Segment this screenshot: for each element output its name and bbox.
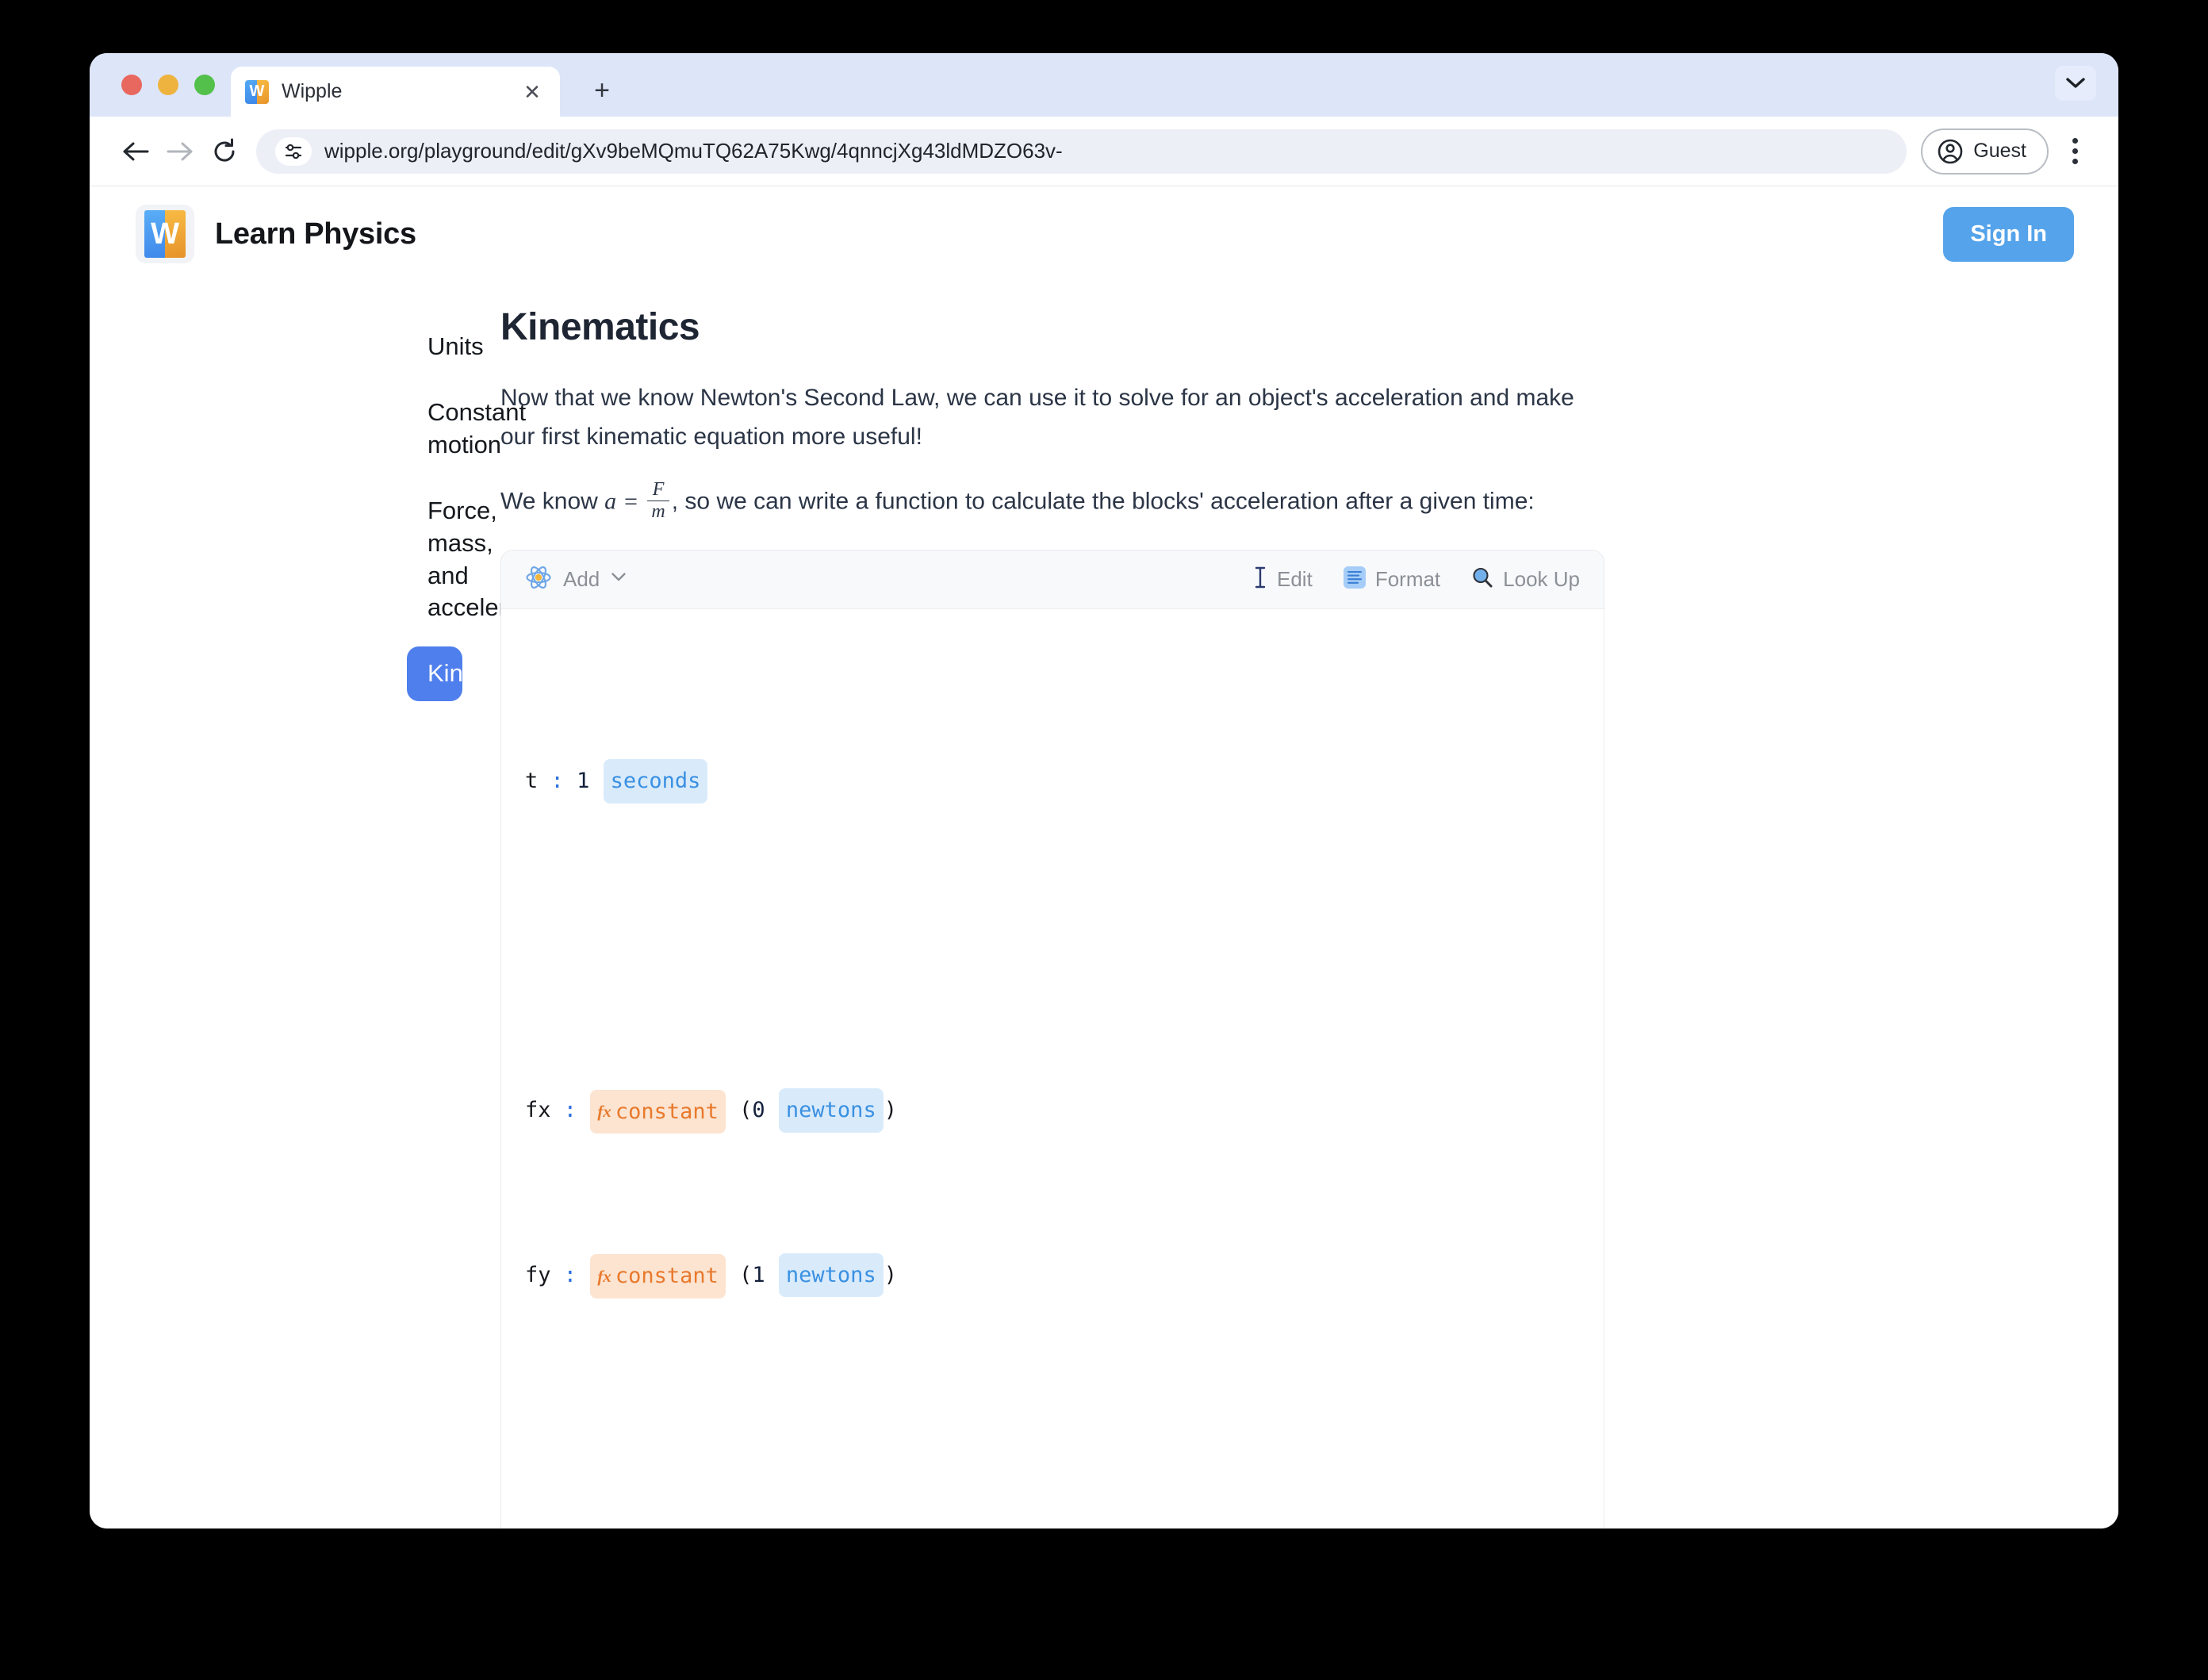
look-up-button[interactable]: Look Up bbox=[1470, 566, 1580, 593]
page-title: Learn Physics bbox=[215, 217, 416, 251]
look-up-label: Look Up bbox=[1503, 566, 1580, 591]
url-text: wipple.org/playground/edit/gXv9beMQmuTQ6… bbox=[324, 139, 1063, 163]
sidebar-item-kinematics[interactable]: Kinematics bbox=[407, 646, 548, 702]
code-line-fy: fy : fx constant (1 newtons) bbox=[525, 1252, 1580, 1298]
code-line-fx: fx : fx constant (0 newtons) bbox=[525, 1088, 1580, 1134]
code-area[interactable]: t : 1 seconds fx : fx constant (0 newtons… bbox=[501, 609, 1604, 1528]
colon-2: : bbox=[563, 1098, 577, 1123]
text-cursor-icon bbox=[1252, 566, 1268, 593]
math-denominator: m bbox=[651, 501, 665, 523]
code-editor-card: Add Edit Format Look Up t: 1 seconds fx… bbox=[500, 549, 1604, 1528]
editor-tools: Edit Format Look Up bbox=[1252, 566, 1580, 593]
edit-button[interactable]: Edit bbox=[1252, 566, 1313, 593]
lesson-main: Kinematics Now that we know Newton's Sec… bbox=[462, 305, 1700, 1528]
unit-chip-seconds[interactable]: seconds bbox=[603, 759, 708, 804]
minimize-window-button[interactable] bbox=[158, 75, 178, 95]
fn-chip-constant-fy[interactable]: fx constant bbox=[590, 1254, 726, 1298]
reload-icon[interactable] bbox=[202, 129, 247, 174]
wipple-logo-icon: W bbox=[136, 205, 194, 263]
value-0: 0 bbox=[752, 1098, 765, 1123]
browser-tab-title: Wipple bbox=[282, 80, 343, 102]
fx-icon: fx bbox=[597, 1266, 611, 1286]
maximize-window-button[interactable] bbox=[194, 75, 215, 95]
value-1b: 1 bbox=[752, 1262, 765, 1287]
browser-toolbar: wipple.org/playground/edit/gXv9beMQmuTQ6… bbox=[90, 117, 2118, 186]
profile-label: Guest bbox=[1973, 140, 2026, 162]
lesson-title: Kinematics bbox=[500, 306, 700, 348]
paragraph-2-prefix: We know bbox=[500, 488, 605, 515]
var-fx: fx bbox=[525, 1098, 551, 1123]
var-t: t bbox=[525, 769, 539, 794]
fn-chip-label: constant bbox=[615, 1099, 719, 1124]
edit-label: Edit bbox=[1277, 566, 1313, 591]
math-equals: = bbox=[623, 488, 639, 515]
code-line-t: t : 1 seconds bbox=[525, 759, 1580, 804]
sign-in-button[interactable]: Sign In bbox=[1943, 206, 2074, 262]
profile-button[interactable]: Guest bbox=[1921, 128, 2049, 175]
lesson-paragraph-2: We know a = Fm, so we can write a function… bbox=[500, 480, 1604, 524]
content-area: Units Constant motion Force, mass, and a… bbox=[90, 282, 2118, 1528]
kebab-menu-icon[interactable] bbox=[2055, 129, 2095, 174]
brand[interactable]: W Learn Physics bbox=[136, 205, 416, 263]
page-viewport: W Learn Physics Sign In Units Constant m… bbox=[90, 186, 2118, 1528]
browser-window: W Wipple ✕ + wipple.org/playground/edit/… bbox=[90, 53, 2118, 1528]
lesson-sidebar: Units Constant motion Force, mass, and a… bbox=[90, 305, 560, 1528]
math-fraction: Fm bbox=[647, 480, 669, 522]
window-traffic-lights bbox=[121, 75, 215, 95]
fn-chip-label: constant bbox=[615, 1264, 719, 1289]
fn-chip-constant-fx[interactable]: fx constant bbox=[590, 1089, 726, 1134]
close-icon[interactable]: ✕ bbox=[519, 79, 546, 105]
lesson-paragraph-1: Now that we know Newton's Second Law, we… bbox=[500, 385, 1574, 450]
unit-chip-newtons-fx[interactable]: newtons bbox=[778, 1088, 884, 1133]
back-arrow-icon[interactable] bbox=[113, 129, 158, 174]
url-bar[interactable]: wipple.org/playground/edit/gXv9beMQmuTQ6… bbox=[256, 128, 1907, 174]
chevron-down-icon bbox=[611, 572, 627, 586]
var-fy: fy bbox=[525, 1262, 551, 1287]
unit-chip-newtons-fy[interactable]: newtons bbox=[778, 1252, 884, 1298]
account-circle-icon bbox=[1938, 139, 1963, 163]
favicon-letter: W bbox=[249, 82, 265, 100]
sidebar-item-force-mass-acceleration[interactable]: Force, mass, and acceleration bbox=[407, 484, 560, 636]
format-lines-icon bbox=[1343, 566, 1367, 593]
forward-arrow-icon bbox=[158, 129, 202, 174]
add-button[interactable]: Add bbox=[525, 564, 627, 595]
plus-icon[interactable]: + bbox=[585, 74, 619, 107]
format-label: Format bbox=[1374, 566, 1441, 591]
add-label: Add bbox=[563, 566, 600, 591]
math-variable-a: a bbox=[604, 488, 617, 515]
value-1: 1 bbox=[577, 769, 590, 794]
wipple-favicon-icon: W bbox=[245, 79, 269, 104]
sidebar-item-constant-motion[interactable]: Constant motion bbox=[407, 385, 526, 473]
paragraph-2-suffix: , so we can write a function to calculat… bbox=[671, 488, 1535, 515]
magnifier-icon bbox=[1470, 566, 1494, 593]
math-numerator: F bbox=[647, 480, 669, 502]
logo-letter: W bbox=[151, 217, 179, 251]
colon-1: : bbox=[550, 769, 564, 794]
browser-tab-strip: W Wipple ✕ + bbox=[90, 53, 2118, 117]
format-button[interactable]: Format bbox=[1343, 566, 1440, 593]
editor-toolbar: Add Edit Format Look Up bbox=[501, 550, 1604, 609]
chevron-down-icon[interactable] bbox=[2055, 66, 2096, 101]
sidebar-item-units[interactable]: Units bbox=[407, 320, 484, 374]
sliders-icon[interactable] bbox=[275, 136, 312, 166]
close-window-button[interactable] bbox=[121, 75, 142, 95]
atom-icon bbox=[525, 564, 552, 595]
browser-tab[interactable]: W Wipple ✕ bbox=[231, 67, 560, 117]
colon-3: : bbox=[563, 1262, 577, 1287]
fx-icon: fx bbox=[597, 1102, 611, 1122]
app-header: W Learn Physics Sign In bbox=[90, 186, 2118, 282]
